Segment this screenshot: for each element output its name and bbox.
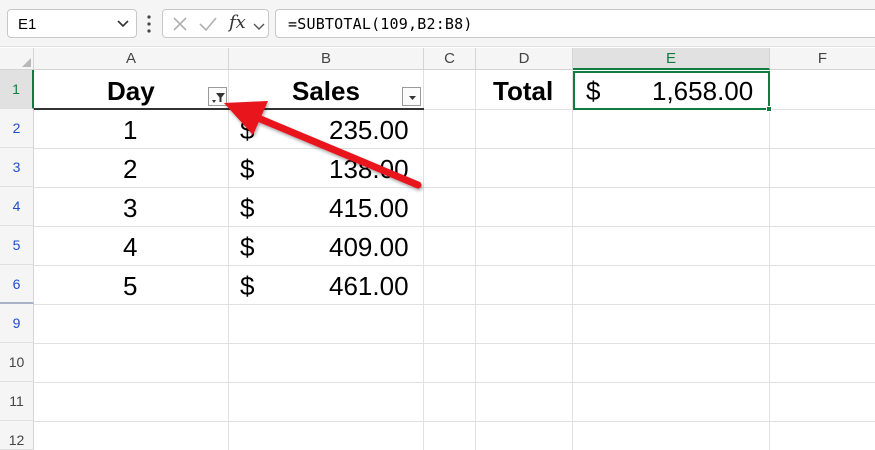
- column-header-f[interactable]: F: [770, 48, 875, 70]
- sales-cell[interactable]: 138.00: [329, 150, 409, 188]
- fill-handle[interactable]: [766, 106, 772, 112]
- formula-bar-area: E1 fx =SUBTOTAL(109,B2:B8): [0, 0, 875, 47]
- column-header-d[interactable]: D: [476, 48, 573, 70]
- row-header-10[interactable]: 10: [0, 343, 34, 382]
- sales-cell[interactable]: 409.00: [329, 228, 409, 266]
- formula-buttons: fx: [162, 9, 269, 38]
- row-header-12[interactable]: 12: [0, 421, 34, 450]
- row-header-3[interactable]: 3: [0, 148, 34, 187]
- select-all-button[interactable]: [0, 48, 34, 70]
- fx-icon[interactable]: fx: [229, 12, 246, 33]
- row-header-9[interactable]: 9: [0, 304, 34, 343]
- more-vertical-icon[interactable]: [146, 14, 152, 34]
- chevron-down-icon[interactable]: [253, 19, 265, 37]
- formula-input[interactable]: =SUBTOTAL(109,B2:B8): [275, 9, 875, 38]
- sales-cell[interactable]: 461.00: [329, 267, 409, 305]
- name-box-value: E1: [18, 16, 37, 33]
- header-day[interactable]: Day: [107, 72, 155, 110]
- name-box[interactable]: E1: [7, 9, 137, 38]
- sales-cell[interactable]: 415.00: [329, 189, 409, 227]
- total-value: 1,658.00: [652, 76, 754, 106]
- column-header-c[interactable]: C: [424, 48, 476, 70]
- row-header-6[interactable]: 6: [0, 265, 34, 304]
- column-header-b[interactable]: B: [229, 48, 424, 70]
- currency-symbol: $: [240, 115, 255, 145]
- filter-dropdown-icon[interactable]: [402, 87, 421, 106]
- cancel-icon[interactable]: [171, 15, 189, 38]
- day-cell[interactable]: 1: [123, 111, 137, 149]
- formula-text: =SUBTOTAL(109,B2:B8): [288, 15, 473, 33]
- total-currency: $: [586, 76, 601, 106]
- row-header-4[interactable]: 4: [0, 187, 34, 226]
- column-header-a[interactable]: A: [34, 48, 229, 70]
- day-cell[interactable]: 3: [123, 189, 137, 227]
- filter-active-icon[interactable]: [208, 87, 227, 106]
- column-header-e[interactable]: E: [573, 48, 770, 70]
- header-sales[interactable]: Sales: [292, 72, 360, 110]
- currency-symbol: $: [240, 271, 255, 301]
- sales-cell[interactable]: 235.00: [329, 111, 409, 149]
- chevron-down-icon[interactable]: [116, 18, 130, 30]
- day-cell[interactable]: 2: [123, 150, 137, 188]
- currency-symbol: $: [240, 154, 255, 184]
- row-header-2[interactable]: 2: [0, 109, 34, 148]
- currency-symbol: $: [240, 193, 255, 223]
- currency-symbol: $: [240, 232, 255, 262]
- row-header-11[interactable]: 11: [0, 382, 34, 421]
- row-header-5[interactable]: 5: [0, 226, 34, 265]
- total-label[interactable]: Total: [493, 72, 553, 110]
- enter-check-icon[interactable]: [198, 15, 218, 38]
- day-cell[interactable]: 5: [123, 267, 137, 305]
- row-header-1[interactable]: 1: [0, 70, 34, 109]
- day-cell[interactable]: 4: [123, 228, 137, 266]
